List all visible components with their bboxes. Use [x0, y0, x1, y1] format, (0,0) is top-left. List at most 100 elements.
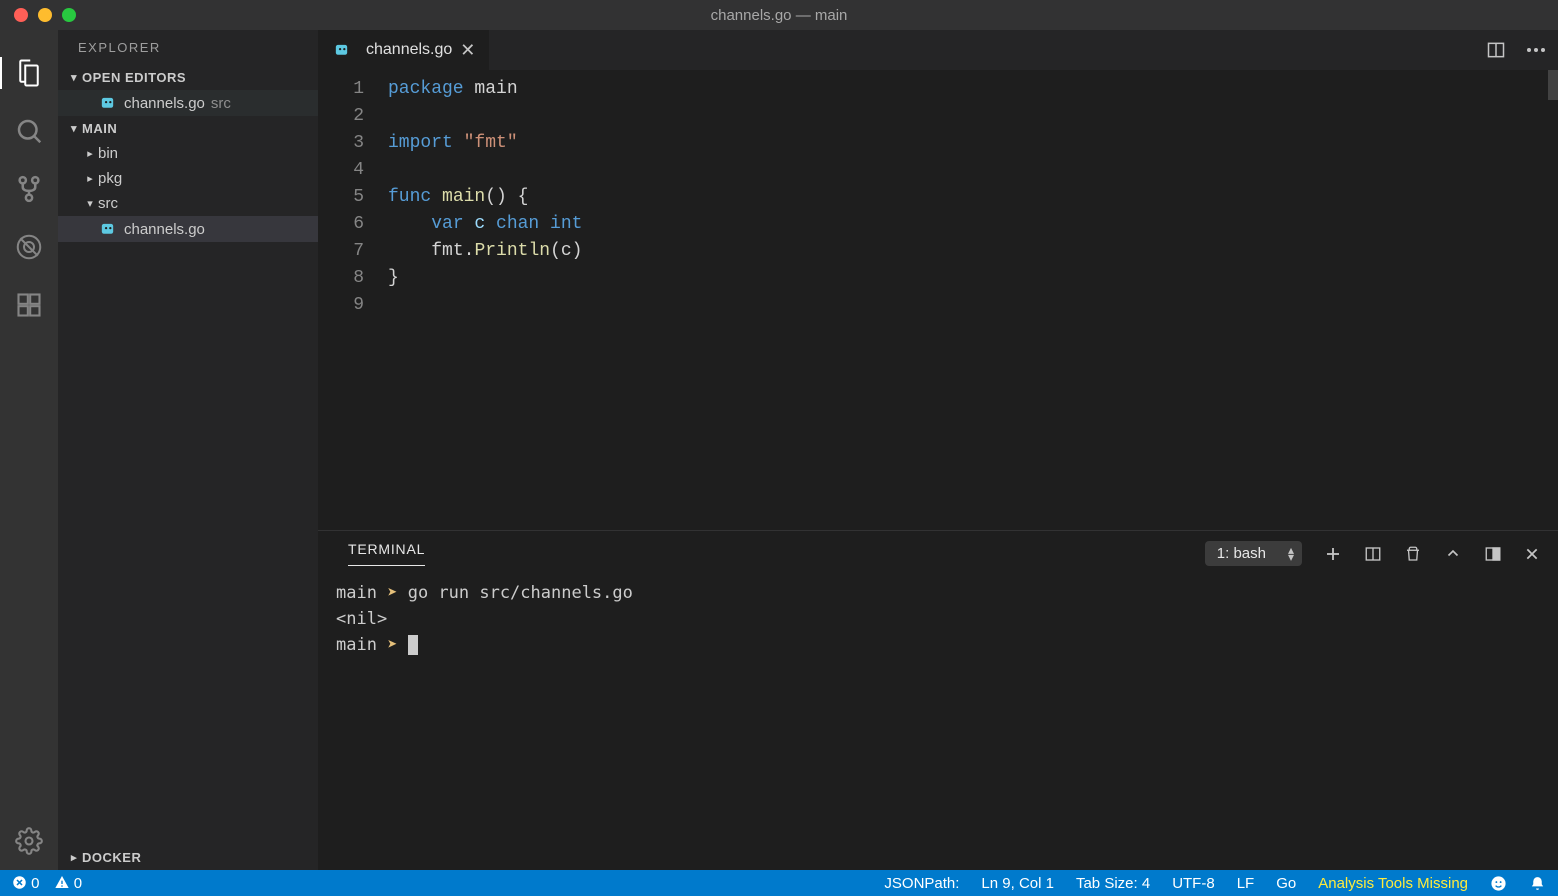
editor-tabs: channels.go ✕: [318, 30, 1558, 70]
file-channels-go[interactable]: channels.go: [58, 216, 318, 242]
tab-channels-go[interactable]: channels.go ✕: [318, 30, 489, 70]
prompt-arrow-icon: ➤: [387, 635, 397, 655]
chevron-right-icon: ▸: [82, 172, 98, 185]
terminal-cursor: [408, 635, 418, 655]
tab-label: channels.go: [366, 41, 452, 59]
code-editor[interactable]: 1 2 3 4 5 6 7 8 9 package main import "f…: [318, 70, 1558, 530]
chevron-right-icon: ▸: [66, 851, 82, 864]
prompt-dir: main: [336, 635, 377, 655]
more-actions-icon[interactable]: [1526, 47, 1546, 53]
type: int: [539, 214, 582, 234]
open-editors-section[interactable]: ▾ OPEN EDITORS: [58, 65, 318, 90]
notifications-bell-icon[interactable]: [1529, 875, 1546, 892]
explorer-sidebar: EXPLORER ▾ OPEN EDITORS channels.go src …: [58, 30, 318, 870]
close-panel-icon[interactable]: [1524, 546, 1540, 562]
line-number: 8: [318, 265, 364, 292]
line-number: 3: [318, 130, 364, 157]
window-controls: [0, 8, 76, 22]
status-jsonpath[interactable]: JSONPath:: [884, 875, 959, 892]
minimap-scroll[interactable]: [1548, 70, 1558, 100]
sidebar-title: EXPLORER: [58, 30, 318, 65]
terminal-command: go run src/channels.go: [408, 583, 633, 603]
go-file-icon: [98, 94, 116, 112]
new-terminal-icon[interactable]: [1324, 545, 1342, 563]
kill-terminal-icon[interactable]: [1404, 544, 1422, 564]
code-text: () {: [485, 187, 528, 207]
panel-actions: 1: bash ▴▾: [1205, 541, 1540, 566]
terminal-panel: TERMINAL 1: bash ▴▾: [318, 530, 1558, 870]
function: main: [431, 187, 485, 207]
open-editors-label: OPEN EDITORS: [82, 70, 186, 85]
status-analysis-warning[interactable]: Analysis Tools Missing: [1318, 875, 1468, 892]
file-label: channels.go: [124, 221, 205, 238]
terminal-tab[interactable]: TERMINAL: [348, 541, 425, 566]
status-warnings[interactable]: 0: [54, 874, 83, 892]
error-count: 0: [31, 875, 39, 892]
folder-label: src: [98, 195, 118, 212]
line-number: 4: [318, 157, 364, 184]
status-tab-size[interactable]: Tab Size: 4: [1076, 875, 1150, 892]
status-encoding[interactable]: UTF-8: [1172, 875, 1215, 892]
toggle-panel-icon[interactable]: [1484, 545, 1502, 563]
line-number: 7: [318, 238, 364, 265]
select-arrows-icon: ▴▾: [1288, 547, 1294, 561]
maximize-window-button[interactable]: [62, 8, 76, 22]
split-terminal-icon[interactable]: [1364, 545, 1382, 563]
titlebar: channels.go — main: [0, 0, 1558, 30]
prompt-dir: main: [336, 583, 377, 603]
line-number: 9: [318, 292, 364, 319]
line-number: 1: [318, 76, 364, 103]
split-editor-icon[interactable]: [1486, 40, 1506, 60]
maximize-panel-icon[interactable]: [1444, 545, 1462, 563]
open-editor-dir: src: [211, 95, 231, 112]
chevron-right-icon: ▸: [82, 147, 98, 160]
terminal-select-label: 1: bash: [1217, 545, 1266, 562]
explorer-icon[interactable]: [0, 44, 58, 102]
workspace-section[interactable]: ▾ MAIN: [58, 116, 318, 141]
main-area: EXPLORER ▾ OPEN EDITORS channels.go src …: [0, 30, 1558, 870]
close-window-button[interactable]: [14, 8, 28, 22]
code-text: .: [464, 241, 475, 261]
debug-icon[interactable]: [0, 218, 58, 276]
code-text: main: [464, 79, 518, 99]
identifier: c: [464, 214, 496, 234]
source-control-icon[interactable]: [0, 160, 58, 218]
panel-header: TERMINAL 1: bash ▴▾: [318, 531, 1558, 566]
minimize-window-button[interactable]: [38, 8, 52, 22]
code-content[interactable]: package main import "fmt" func main() { …: [388, 76, 1558, 530]
code-text: (c): [550, 241, 582, 261]
function: Println: [474, 241, 550, 261]
extensions-icon[interactable]: [0, 276, 58, 334]
settings-gear-icon[interactable]: [0, 812, 58, 870]
code-text: fmt: [431, 241, 463, 261]
chevron-down-icon: ▾: [82, 197, 98, 210]
terminal-output[interactable]: main ➤ go run src/channels.go <nil> main…: [318, 566, 1558, 870]
folder-bin[interactable]: ▸ bin: [58, 141, 318, 166]
terminal-line: <nil>: [336, 606, 1540, 632]
folder-src[interactable]: ▾ src: [58, 191, 318, 216]
line-number: 6: [318, 211, 364, 238]
open-editor-item[interactable]: channels.go src: [58, 90, 318, 116]
chevron-down-icon: ▾: [66, 122, 82, 135]
line-number: 5: [318, 184, 364, 211]
terminal-selector[interactable]: 1: bash ▴▾: [1205, 541, 1302, 566]
folder-label: pkg: [98, 170, 122, 187]
status-eol[interactable]: LF: [1237, 875, 1255, 892]
line-gutter: 1 2 3 4 5 6 7 8 9: [318, 76, 388, 530]
keyword: package: [388, 79, 464, 99]
docker-label: DOCKER: [82, 850, 141, 865]
feedback-smiley-icon[interactable]: [1490, 875, 1507, 892]
status-language[interactable]: Go: [1276, 875, 1296, 892]
chevron-down-icon: ▾: [66, 71, 82, 84]
code-text: }: [388, 265, 1558, 292]
window-title: channels.go — main: [711, 7, 848, 24]
search-icon[interactable]: [0, 102, 58, 160]
editor-actions: [1486, 30, 1558, 70]
folder-pkg[interactable]: ▸ pkg: [58, 166, 318, 191]
go-file-icon: [98, 220, 116, 238]
status-cursor-position[interactable]: Ln 9, Col 1: [981, 875, 1054, 892]
keyword: import: [388, 133, 453, 153]
docker-section[interactable]: ▸ DOCKER: [58, 845, 318, 870]
status-errors[interactable]: 0: [12, 875, 40, 892]
close-tab-icon[interactable]: ✕: [460, 40, 475, 61]
